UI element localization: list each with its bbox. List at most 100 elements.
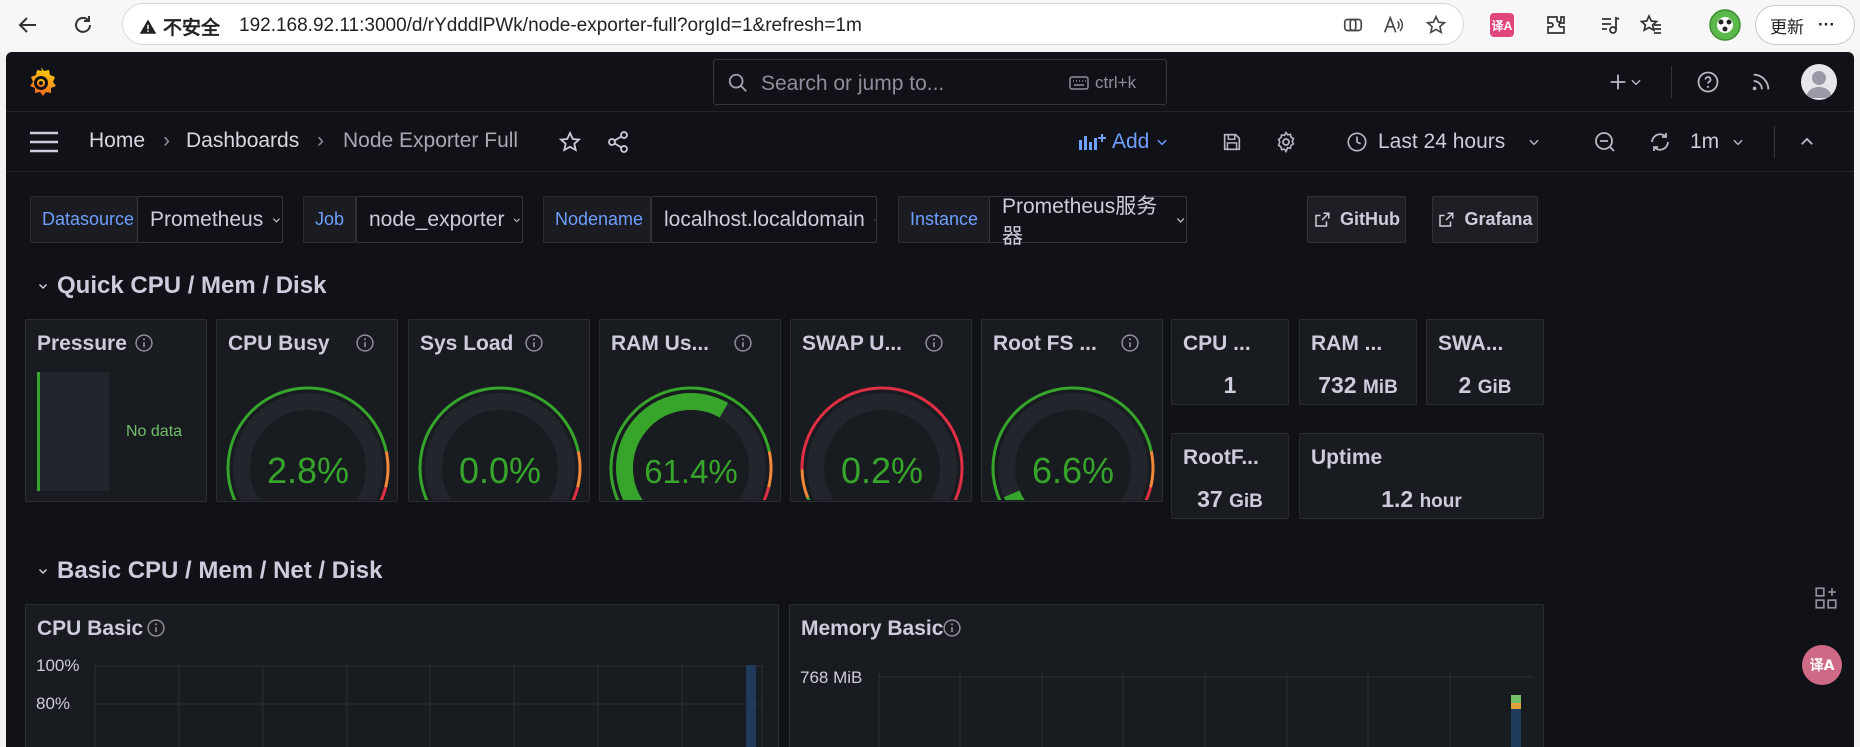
back-icon[interactable] (10, 7, 46, 43)
add-panel-icon (1079, 134, 1106, 150)
panel-ram-total[interactable]: RAM ... 732 MiB (1299, 319, 1417, 405)
media-icon[interactable] (1592, 7, 1628, 43)
time-range-picker[interactable]: Last 24 hours (1346, 126, 1568, 158)
grafana-link-button[interactable]: Grafana (1432, 196, 1538, 243)
info-icon[interactable] (355, 333, 375, 353)
gauge-dial: 6.6% (991, 386, 1155, 500)
row-header-quick[interactable]: Quick CPU / Mem / Disk (37, 272, 326, 300)
reload-icon[interactable] (65, 7, 101, 43)
variable-select-nodename[interactable]: localhost.localdomain (651, 196, 877, 243)
breadcrumb-separator: › (163, 129, 170, 152)
gauge-threshold-band (384, 451, 390, 488)
update-button[interactable]: 更新 ··· (1755, 5, 1855, 45)
chevron-down-icon (1733, 139, 1743, 146)
save-dashboard-icon[interactable] (1218, 128, 1246, 156)
series-bar (1511, 695, 1521, 703)
panel-uptime[interactable]: Uptime 1.2 hour (1299, 433, 1544, 519)
split-screen-icon[interactable] (1340, 12, 1366, 38)
stat-unit: MiB (1362, 377, 1398, 398)
variable-label-nodename: Nodename (543, 196, 651, 243)
info-icon[interactable] (924, 333, 944, 353)
search-box[interactable]: Search or jump to... ctrl+k (713, 59, 1167, 105)
breadcrumb-current: Node Exporter Full (343, 129, 519, 152)
read-aloud-icon[interactable] (1380, 12, 1406, 38)
memory-basic-graph-area (878, 673, 1533, 747)
address-bar[interactable]: 不安全 192.168.92.11:3000/d/rYdddlPWk/node-… (122, 3, 1464, 45)
news-feed-icon[interactable] (1747, 68, 1775, 96)
refresh-icon[interactable] (1646, 128, 1674, 156)
search-icon (728, 73, 747, 92)
user-avatar[interactable] (1801, 64, 1837, 100)
favorite-star-icon[interactable] (1423, 12, 1449, 38)
gauge-dial: 0.0% (418, 386, 582, 500)
panel-pressure[interactable]: Pressure No data (25, 319, 207, 502)
stat-number: 1 (1223, 372, 1237, 398)
gauge-value: 0.0% (459, 450, 541, 491)
stat-unit: GiB (1477, 377, 1512, 398)
panel-memory-basic[interactable]: Memory Basic 768 MiB (789, 604, 1544, 747)
github-link-button[interactable]: GitHub (1307, 196, 1406, 243)
panel-gauge[interactable]: CPU Busy 2.8% (216, 319, 398, 502)
variable-value: Prometheus (150, 207, 264, 231)
search-placeholder: Search or jump to... (761, 72, 945, 95)
info-icon[interactable] (942, 618, 962, 638)
stat-number: 2 (1458, 372, 1472, 398)
info-icon[interactable] (524, 333, 544, 353)
grafana-topbar: Search or jump to... ctrl+k (6, 52, 1854, 112)
gauge-threshold-band (1149, 451, 1155, 488)
profile-avatar-icon[interactable] (1707, 7, 1743, 43)
variable-label-datasource: Datasource (30, 196, 139, 243)
menu-toggle-icon[interactable] (28, 128, 60, 156)
panel-gauge[interactable]: SWAP U... 0.2% (790, 319, 972, 502)
variable-select-instance[interactable]: Prometheus服务器 (989, 195, 1187, 248)
browser-toolbar: 不安全 192.168.92.11:3000/d/rYdddlPWk/node-… (0, 0, 1860, 50)
variable-select-job[interactable]: node_exporter (356, 196, 523, 243)
collapse-chevron-up-icon[interactable] (1793, 128, 1821, 156)
row-header-basic[interactable]: Basic CPU / Mem / Net / Disk (37, 557, 382, 585)
chevron-down-icon (1157, 139, 1167, 146)
panel-gauge[interactable]: Sys Load 0.0% (408, 319, 590, 502)
stat-number: 732 (1318, 372, 1357, 398)
dashboard-settings-icon[interactable] (1272, 128, 1300, 156)
add-button[interactable]: Add (1078, 126, 1182, 158)
info-icon[interactable] (733, 333, 753, 353)
url-text[interactable]: 192.168.92.11:3000/d/rYdddlPWk/node-expo… (239, 15, 862, 37)
info-icon[interactable] (146, 618, 166, 638)
gauge-threshold-band (767, 451, 773, 488)
info-icon[interactable] (134, 333, 154, 353)
panel-swap-total[interactable]: SWA... 2 GiB (1426, 319, 1544, 405)
stat-value: 1.2 hour (1300, 486, 1543, 513)
star-dashboard-icon[interactable] (556, 128, 584, 156)
refresh-interval-picker[interactable]: 1m (1690, 126, 1752, 158)
security-label: 不安全 (163, 18, 221, 39)
help-icon[interactable] (1694, 68, 1722, 96)
zoom-out-icon[interactable] (1591, 128, 1619, 156)
panel-gauge[interactable]: RAM Us... 61.4% (599, 319, 781, 502)
panel-cpu-cores[interactable]: CPU ... 1 (1171, 319, 1289, 405)
translate-float-icon[interactable]: 译A (1802, 645, 1842, 685)
grid-apps-icon[interactable] (1809, 581, 1843, 615)
info-icon[interactable] (1120, 333, 1140, 353)
chevron-down-icon (873, 218, 876, 221)
gauge-dial: 2.8% (226, 386, 390, 500)
panel-title: Sys Load (420, 332, 514, 355)
translate-extension-icon[interactable]: 译A (1484, 7, 1520, 43)
share-icon[interactable] (604, 128, 632, 156)
chevron-down-icon (38, 283, 48, 290)
security-warning[interactable]: 不安全 (139, 13, 220, 40)
variable-select-datasource[interactable]: Prometheus (137, 196, 283, 243)
new-menu-button[interactable] (1600, 66, 1650, 98)
breadcrumb-dashboards[interactable]: Dashboards (186, 129, 299, 153)
gauge-threshold-band (800, 469, 810, 499)
grafana-logo-icon[interactable] (22, 63, 60, 101)
keyboard-shortcut: ctrl+k (1069, 73, 1136, 93)
extensions-icon[interactable] (1538, 7, 1574, 43)
stat-value: 2 GiB (1427, 372, 1543, 399)
panel-gauge[interactable]: Root FS ... 6.6% (981, 319, 1163, 502)
gauge-threshold-band (576, 451, 582, 488)
panel-rootfs-total[interactable]: RootF... 37 GiB (1171, 433, 1289, 519)
breadcrumb-home[interactable]: Home (89, 129, 145, 153)
more-menu-icon[interactable]: ··· (1818, 15, 1835, 35)
panel-cpu-basic[interactable]: CPU Basic 100% 80% (25, 604, 779, 747)
favorites-icon[interactable] (1633, 7, 1669, 43)
